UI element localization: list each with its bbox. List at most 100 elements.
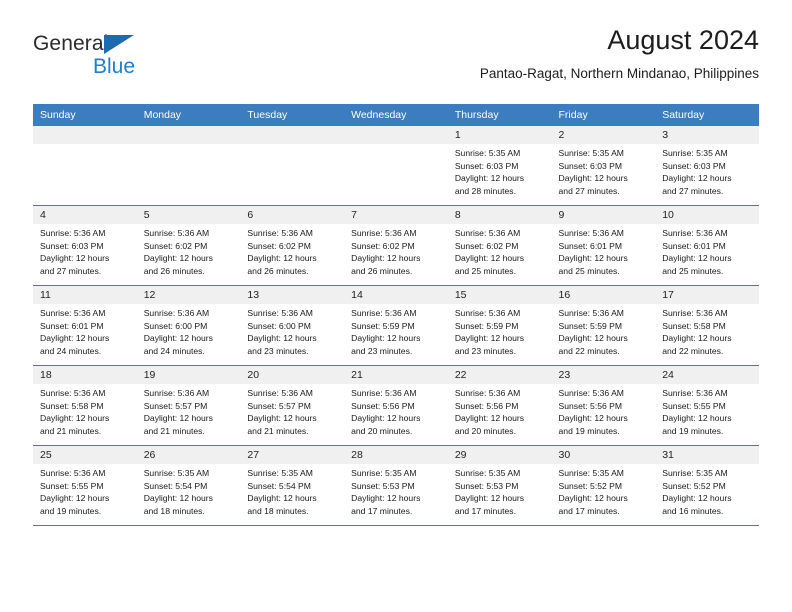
sunrise-text: Sunrise: 5:36 AM <box>662 228 728 238</box>
calendar-day-cell[interactable]: 20 Sunrise: 5:36 AM Sunset: 5:57 PM Dayligh… <box>240 365 345 446</box>
day-number <box>240 126 345 144</box>
daylight-text-line1: Daylight: 12 hours <box>558 173 628 183</box>
day-details: Sunrise: 5:35 AM Sunset: 5:53 PM Daylight:… <box>344 464 448 517</box>
day-number: 4 <box>33 206 137 224</box>
day-number: 10 <box>655 206 759 224</box>
calendar-day-cell[interactable]: 5 Sunrise: 5:36 AM Sunset: 6:02 PM Daylight… <box>136 205 241 286</box>
day-number: 31 <box>655 446 759 464</box>
day-details: Sunrise: 5:36 AM Sunset: 6:03 PM Daylight:… <box>33 224 137 277</box>
day-number: 20 <box>240 366 345 384</box>
daylight-text-line1: Daylight: 12 hours <box>662 493 732 503</box>
sunset-text: Sunset: 5:56 PM <box>351 400 415 411</box>
daylight-text-line2: and 26 minutes. <box>247 265 309 276</box>
weekday-header-row: Sunday Monday Tuesday Wednesday Thursday Frid… <box>33 104 759 126</box>
day-details: Sunrise: 5:36 AM Sunset: 5:56 PM Daylight:… <box>344 384 448 437</box>
calendar-day-cell[interactable]: 13 Sunrise: 5:36 AM Sunset: 6:00 PM Dayligh… <box>240 285 345 366</box>
day-number: 11 <box>33 286 137 304</box>
day-number: 17 <box>655 286 759 304</box>
sunrise-text: Sunrise: 5:36 AM <box>40 388 106 398</box>
day-number <box>344 126 448 144</box>
logo-text-general: General <box>33 32 109 55</box>
day-number: 9 <box>551 206 656 224</box>
day-number: 18 <box>33 366 137 384</box>
sunrise-text: Sunrise: 5:36 AM <box>351 308 417 318</box>
logo-text-blue: Blue <box>93 55 136 78</box>
day-details: Sunrise: 5:36 AM Sunset: 6:00 PM Daylight:… <box>240 304 344 357</box>
calendar-page: General Blue August 2024 Pantao-Ragat, N… <box>0 0 792 612</box>
day-details: Sunrise: 5:36 AM Sunset: 5:57 PM Daylight:… <box>137 384 241 437</box>
calendar-day-cell[interactable]: 29 Sunrise: 5:35 AM Sunset: 5:53 PM Dayligh… <box>447 445 552 526</box>
general-blue-logo[interactable]: General Blue <box>33 32 173 88</box>
calendar-day-cell[interactable]: 14 Sunrise: 5:36 AM Sunset: 5:59 PM Dayligh… <box>344 285 448 366</box>
sunset-text: Sunset: 5:56 PM <box>454 400 519 411</box>
calendar-day-cell[interactable]: 23 Sunrise: 5:36 AM Sunset: 5:56 PM Dayligh… <box>551 365 656 446</box>
daylight-text-line2: and 26 minutes. <box>143 265 205 276</box>
calendar-day-cell[interactable]: 26 Sunrise: 5:35 AM Sunset: 5:54 PM Dayligh… <box>136 445 241 526</box>
calendar-day-cell[interactable]: 2 Sunrise: 5:35 AM Sunset: 6:03 PM Daylight… <box>551 126 656 206</box>
sunrise-text: Sunrise: 5:36 AM <box>558 388 624 398</box>
day-details: Sunrise: 5:35 AM Sunset: 5:52 PM Daylight:… <box>655 464 759 517</box>
daylight-text-line2: and 18 minutes. <box>143 505 205 516</box>
calendar-day-cell[interactable]: 15 Sunrise: 5:36 AM Sunset: 5:59 PM Dayligh… <box>447 285 552 366</box>
calendar-header-row: Sunday Monday Tuesday Wednesday Thursday Frid… <box>33 104 759 126</box>
day-number: 8 <box>447 206 552 224</box>
calendar-day-cell[interactable]: 10 Sunrise: 5:36 AM Sunset: 6:01 PM Dayligh… <box>655 205 759 286</box>
calendar-day-cell[interactable]: 12 Sunrise: 5:36 AM Sunset: 6:00 PM Dayligh… <box>136 285 241 366</box>
calendar-day-cell[interactable]: 1 Sunrise: 5:35 AM Sunset: 6:03 PM Daylight… <box>447 126 552 206</box>
calendar-day-cell[interactable]: 21 Sunrise: 5:36 AM Sunset: 5:56 PM Dayligh… <box>344 365 448 446</box>
daylight-text-line2: and 21 minutes. <box>247 425 309 436</box>
weekday-header-monday: Monday <box>136 104 241 126</box>
day-number: 5 <box>136 206 241 224</box>
sunrise-text: Sunrise: 5:35 AM <box>454 148 521 158</box>
sunrise-text: Sunrise: 5:36 AM <box>558 308 624 318</box>
daylight-text-line1: Daylight: 12 hours <box>662 333 732 343</box>
day-number: 25 <box>33 446 137 464</box>
day-details: Sunrise: 5:35 AM Sunset: 6:03 PM Daylight:… <box>552 144 656 197</box>
daylight-text-line2: and 22 minutes. <box>662 345 724 356</box>
calendar-day-cell[interactable]: 6 Sunrise: 5:36 AM Sunset: 6:02 PM Daylight… <box>240 205 345 286</box>
day-details: Sunrise: 5:36 AM Sunset: 6:02 PM Daylight:… <box>344 224 448 277</box>
daylight-text-line1: Daylight: 12 hours <box>558 493 628 503</box>
daylight-text-line2: and 19 minutes. <box>662 425 724 436</box>
day-details: Sunrise: 5:36 AM Sunset: 6:01 PM Daylight:… <box>655 224 759 277</box>
calendar-day-cell[interactable]: 4 Sunrise: 5:36 AM Sunset: 6:03 PM Daylight… <box>33 205 137 286</box>
day-details: Sunrise: 5:35 AM Sunset: 5:52 PM Daylight:… <box>552 464 656 517</box>
page-title: August 2024 <box>607 25 759 55</box>
sunrise-text: Sunrise: 5:36 AM <box>247 308 313 318</box>
calendar-day-cell[interactable]: 7 Sunrise: 5:36 AM Sunset: 6:02 PM Daylight… <box>344 205 448 286</box>
calendar-day-cell[interactable]: 22 Sunrise: 5:36 AM Sunset: 5:56 PM Dayligh… <box>447 365 552 446</box>
daylight-text-line2: and 17 minutes. <box>454 505 516 516</box>
calendar-day-cell[interactable]: 16 Sunrise: 5:36 AM Sunset: 5:59 PM Dayligh… <box>551 285 656 366</box>
calendar-day-cell[interactable]: 8 Sunrise: 5:36 AM Sunset: 6:02 PM Daylight… <box>447 205 552 286</box>
sunrise-text: Sunrise: 5:36 AM <box>247 228 313 238</box>
calendar-day-cell[interactable]: 25 Sunrise: 5:36 AM Sunset: 5:55 PM Dayligh… <box>33 445 137 526</box>
daylight-text-line1: Daylight: 12 hours <box>143 253 213 263</box>
calendar-day-cell[interactable]: 11 Sunrise: 5:36 AM Sunset: 6:01 PM Dayligh… <box>33 285 137 366</box>
day-number: 28 <box>344 446 448 464</box>
daylight-text-line2: and 17 minutes. <box>351 505 413 516</box>
sunset-text: Sunset: 5:58 PM <box>40 400 104 411</box>
daylight-text-line2: and 22 minutes. <box>558 345 620 356</box>
day-number: 21 <box>344 366 448 384</box>
sunrise-text: Sunrise: 5:36 AM <box>351 228 417 238</box>
day-number: 1 <box>447 126 552 144</box>
calendar-day-cell[interactable]: 9 Sunrise: 5:36 AM Sunset: 6:01 PM Daylight… <box>551 205 656 286</box>
calendar-day-cell[interactable]: 3 Sunrise: 5:35 AM Sunset: 6:03 PM Daylight… <box>655 126 759 206</box>
calendar-day-cell-empty <box>136 126 241 206</box>
calendar-day-cell[interactable]: 24 Sunrise: 5:36 AM Sunset: 5:55 PM Dayligh… <box>655 365 759 446</box>
calendar-day-cell[interactable]: 30 Sunrise: 5:35 AM Sunset: 5:52 PM Dayligh… <box>551 445 656 526</box>
day-number: 26 <box>136 446 241 464</box>
calendar-day-cell[interactable]: 19 Sunrise: 5:36 AM Sunset: 5:57 PM Dayligh… <box>136 365 241 446</box>
calendar-day-cell-empty <box>33 126 137 206</box>
calendar-day-cell[interactable]: 28 Sunrise: 5:35 AM Sunset: 5:53 PM Dayligh… <box>344 445 448 526</box>
sunset-text: Sunset: 5:57 PM <box>143 400 208 411</box>
sunrise-text: Sunrise: 5:35 AM <box>351 468 417 478</box>
calendar-day-cell[interactable]: 17 Sunrise: 5:36 AM Sunset: 5:58 PM Dayligh… <box>655 285 759 366</box>
sunrise-text: Sunrise: 5:35 AM <box>454 468 521 478</box>
weekday-header-thursday: Thursday <box>447 104 552 126</box>
calendar-day-cell[interactable]: 18 Sunrise: 5:36 AM Sunset: 5:58 PM Dayligh… <box>33 365 137 446</box>
weekday-header-friday: Friday <box>551 104 656 126</box>
calendar-day-cell[interactable]: 31 Sunrise: 5:35 AM Sunset: 5:52 PM Dayligh… <box>655 445 759 526</box>
calendar-day-cell[interactable]: 27 Sunrise: 5:35 AM Sunset: 5:54 PM Dayligh… <box>240 445 345 526</box>
weekday-header-tuesday: Tuesday <box>240 104 345 126</box>
